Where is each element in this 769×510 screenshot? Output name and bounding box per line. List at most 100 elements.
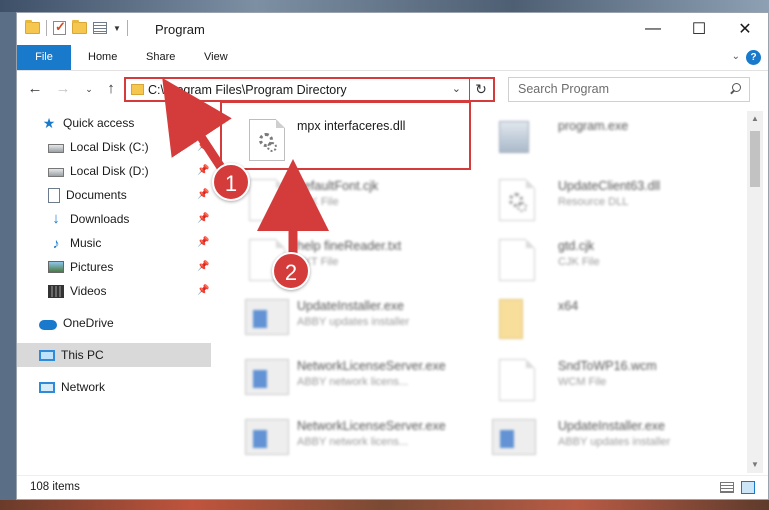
sidebar-item-downloads[interactable]: ↓ Downloads 📌 [17,207,211,231]
pin-icon[interactable]: 📌 [197,213,209,225]
tab-view[interactable]: View [191,45,241,70]
refresh-button[interactable]: ↻ [472,80,490,98]
sidebar-item-onedrive[interactable]: OneDrive [17,311,211,335]
folder-icon [25,20,40,34]
scroll-up-icon[interactable]: ▲ [747,111,763,127]
file-tile[interactable]: NetworkLicenseServer.exe ABBY network li… [237,355,477,405]
sidebar-item-label: OneDrive [63,316,114,330]
customize-toolbar-dropdown-icon[interactable]: ▼ [113,24,121,33]
address-bar[interactable]: C:\Program Files\Program Directory ⌄ ↻ [124,77,495,102]
file-type: CJK File [558,256,600,268]
title-bar: ▼ Program — ☐ ✕ [17,13,768,45]
file-tile[interactable]: UpdateInstaller.exe ABBY updates install… [237,295,477,345]
highlighted-file-box [220,101,471,170]
sidebar-item-videos[interactable]: Videos 📌 [17,279,211,303]
quick-access-toolbar: ▼ [25,19,128,36]
sidebar-item-pictures[interactable]: Pictures 📌 [17,255,211,279]
file-type: ABBY network licens... [297,376,409,388]
minimize-button[interactable]: — [630,13,676,45]
desktop-background-top [0,0,769,12]
sidebar-item-local-disk-c[interactable]: Local Disk (C:) 📌 [17,135,211,159]
new-folder-icon[interactable] [72,20,87,34]
sidebar-item-label: Videos [70,284,107,298]
back-button[interactable]: ← [25,79,45,99]
drive-icon [48,168,64,177]
app-icon [245,359,289,395]
help-icon[interactable]: ? [746,50,761,65]
step-1-badge: 1 [212,163,250,201]
cloud-icon [39,319,57,330]
pictures-icon [48,261,64,273]
folder-icon [499,299,523,339]
expand-ribbon-icon[interactable]: ⌄ [732,51,740,62]
scroll-thumb[interactable] [750,131,760,187]
file-name: program.exe [558,119,629,133]
pin-icon[interactable]: 📌 [197,237,209,249]
sidebar-item-network[interactable]: Network [17,375,211,399]
maximize-button[interactable]: ☐ [676,13,722,45]
search-box[interactable] [508,77,750,102]
app-icon [245,299,289,335]
file-tile[interactable]: x64 [484,295,724,345]
tab-home[interactable]: Home [75,45,130,70]
sidebar-item-label: Quick access [63,116,135,130]
videos-icon [48,284,64,298]
search-icon[interactable] [729,83,741,95]
file-name: UpdateClient63.dll [558,179,661,193]
file-type: ABBY updates installer [558,436,671,448]
pin-icon[interactable]: 📌 [197,141,209,153]
file-tile[interactable]: program.exe [484,115,724,165]
file-name: NetworkLicenseServer.exe [297,359,446,373]
sidebar-item-local-disk-d[interactable]: Local Disk (D:) 📌 [17,159,211,183]
tiles-view-icon[interactable] [741,481,755,494]
pin-icon[interactable]: 📌 [197,285,209,297]
folder-icon [131,84,144,95]
file-name: NetworkLicenseServer.exe [297,419,446,433]
drive-icon [48,144,64,153]
details-view-icon[interactable] [720,482,734,493]
star-icon: ★ [42,115,56,131]
sidebar-item-label: Music [70,236,102,250]
close-button[interactable]: ✕ [722,13,768,45]
file-name: help fineReader.txt [297,239,402,253]
scroll-down-icon[interactable]: ▼ [747,457,763,473]
file-name: SndToWP16.wcm [558,359,657,373]
sidebar-item-quick-access[interactable]: ★ Quick access [17,111,211,135]
navigation-pane: ★ Quick access Local Disk (C:) 📌 Local D… [17,111,211,473]
sidebar-item-label: Local Disk (C:) [70,140,149,154]
recent-locations-button[interactable]: ⌄ [79,79,99,99]
sidebar-item-label: Pictures [70,260,114,274]
file-tile[interactable]: gtd.cjk CJK File [484,235,724,285]
properties-check-icon[interactable] [53,19,66,35]
toolbar-divider [126,20,128,36]
sidebar-item-label: This PC [61,348,104,362]
sidebar-item-this-pc[interactable]: This PC [17,343,211,367]
file-tile[interactable]: UpdateInstaller.exe ABBY updates install… [484,415,724,465]
search-input[interactable] [518,82,718,96]
ribbon-tabs: File Home Share View ⌄ ? [17,45,768,71]
vertical-scrollbar[interactable]: ▲ ▼ [747,111,763,473]
sidebar-item-documents[interactable]: Documents 📌 [17,183,211,207]
pin-icon[interactable]: 📌 [197,165,209,177]
address-path[interactable]: C:\Program Files\Program Directory [148,83,347,97]
document-icon [499,359,535,401]
up-button[interactable]: ↑ [101,79,121,99]
customize-view-icon[interactable] [93,22,107,34]
file-tile[interactable]: UpdateClient63.dll Resource DLL [484,175,724,225]
tab-file[interactable]: File [17,45,71,70]
tab-share[interactable]: Share [133,45,188,70]
sidebar-item-label: Local Disk (D:) [70,164,149,178]
file-name: UpdateInstaller.exe [297,299,405,313]
pin-icon[interactable]: 📌 [197,189,209,201]
file-tile[interactable]: defaultFont.cjk CJK File [237,175,477,225]
document-icon [249,179,285,221]
chevron-down-icon[interactable]: ⌄ [452,82,461,95]
dll-gear-icon [499,179,535,221]
network-icon [39,381,55,393]
sidebar-item-music[interactable]: ♪ Music 📌 [17,231,211,255]
file-tile[interactable]: NetworkLicenseServer.exe ABBY network li… [237,415,477,465]
file-tile[interactable]: SndToWP16.wcm WCM File [484,355,724,405]
pin-icon[interactable]: 📌 [197,261,209,273]
file-explorer-window: ▼ Program — ☐ ✕ File Home Share View ⌄ ?… [16,12,769,500]
forward-button[interactable]: → [53,79,73,99]
